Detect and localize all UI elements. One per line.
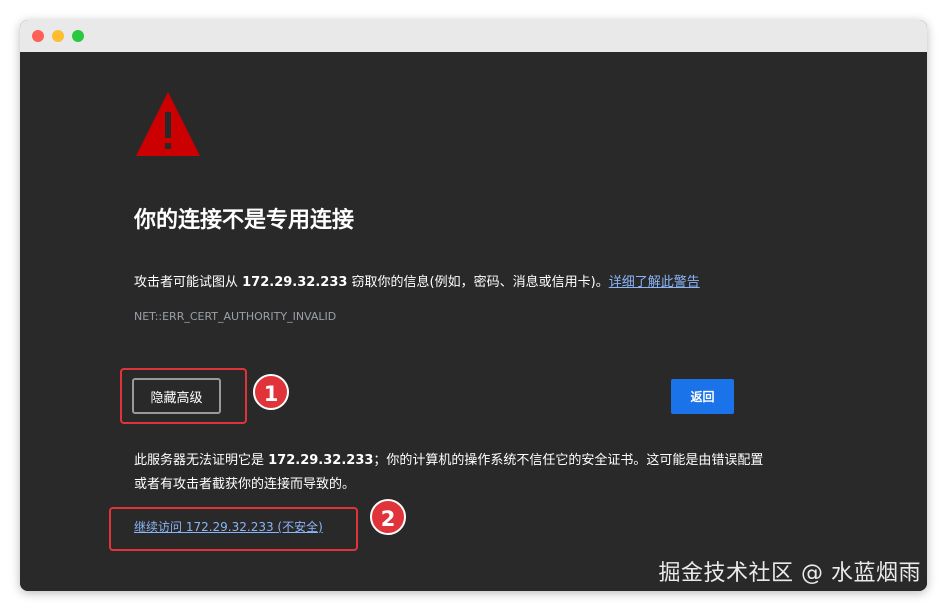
error-code: NET::ERR_CERT_AUTHORITY_INVALID xyxy=(134,310,337,323)
warning-message: 攻击者可能试图从 172.29.32.233 窃取你的信息(例如，密码、消息或信… xyxy=(134,271,700,290)
details-host: 172.29.32.233 xyxy=(268,453,374,468)
title-bar xyxy=(20,20,927,53)
annotation-badge-1: 1 xyxy=(253,374,289,410)
page-title: 你的连接不是专用连接 xyxy=(134,208,355,233)
learn-more-link[interactable]: 详细了解此警告 xyxy=(609,275,700,290)
minimize-window-button[interactable] xyxy=(52,30,64,42)
maximize-window-button[interactable] xyxy=(72,30,84,42)
details-prefix: 此服务器无法证明它是 xyxy=(134,453,269,468)
back-button[interactable]: 返回 xyxy=(671,379,734,414)
message-host: 172.29.32.233 xyxy=(242,275,348,290)
annotation-box-2 xyxy=(109,507,358,551)
close-window-button[interactable] xyxy=(32,30,44,42)
annotation-box-1 xyxy=(120,368,247,424)
message-prefix: 攻击者可能试图从 xyxy=(134,275,243,290)
annotation-badge-2: 2 xyxy=(370,499,406,535)
watermark: 掘金技术社区 @ 水蓝烟雨 xyxy=(658,561,921,586)
message-suffix: 窃取你的信息(例如，密码、消息或信用卡)。 xyxy=(347,275,609,290)
browser-window: 你的连接不是专用连接 攻击者可能试图从 172.29.32.233 窃取你的信息… xyxy=(20,20,927,591)
details-text: 此服务器无法证明它是 172.29.32.233；你的计算机的操作系统不信任它的… xyxy=(134,449,774,497)
interstitial-page: 你的连接不是专用连接 攻击者可能试图从 172.29.32.233 窃取你的信息… xyxy=(20,52,927,591)
warning-triangle-icon xyxy=(136,92,200,156)
